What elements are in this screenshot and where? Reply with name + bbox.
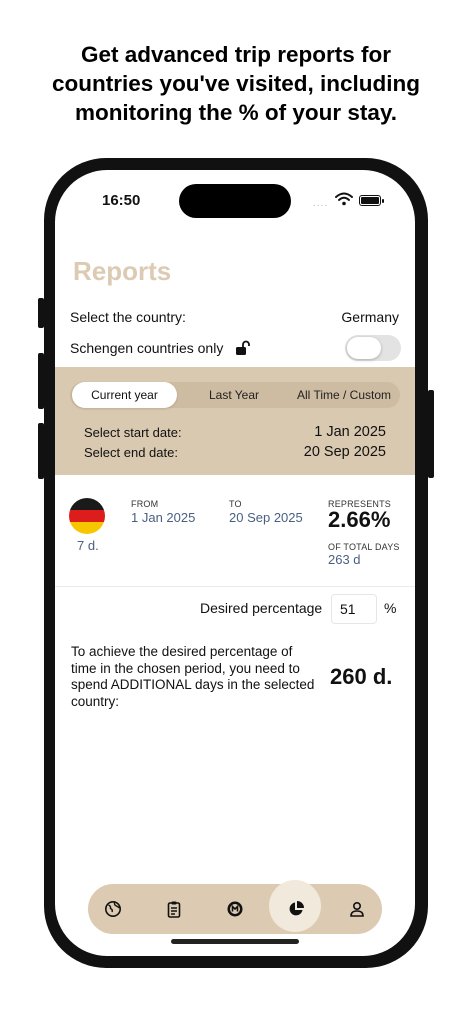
signal-dots: .... <box>313 198 329 209</box>
unlock-icon <box>236 340 250 355</box>
trip-days: 7 d. <box>77 538 99 553</box>
battery-icon <box>359 195 384 206</box>
app-screen: 16:50 .... Reports Select the country: G… <box>55 170 415 956</box>
period-segmented-control: Current year Last Year All Time / Custom <box>70 382 400 408</box>
end-date-label: Select end date: <box>84 445 178 460</box>
additional-days-explanation: To achieve the desired percentage of tim… <box>71 644 315 709</box>
marketing-headline: Get advanced trip reports for countries … <box>0 40 472 127</box>
toggle-knob <box>347 337 381 359</box>
end-date-value[interactable]: 20 Sep 2025 <box>304 444 386 460</box>
globe-icon <box>105 901 121 917</box>
percentage-value: 2.66% <box>328 507 391 532</box>
phone-power-button <box>428 390 434 478</box>
start-date-label: Select start date: <box>84 425 182 440</box>
page-title: Reports <box>73 256 172 286</box>
tab-globe[interactable] <box>88 884 138 934</box>
tab-trips[interactable] <box>149 884 199 934</box>
to-label: TO <box>229 499 242 509</box>
total-days-value: 263 d <box>328 552 361 567</box>
schengen-toggle[interactable] <box>345 335 401 361</box>
person-icon <box>350 901 364 917</box>
wifi-icon <box>335 192 353 206</box>
country-select-label: Select the country: <box>70 309 186 325</box>
total-days-label: OF TOTAL DAYS <box>328 542 400 552</box>
dynamic-island <box>179 184 291 218</box>
tab-all-time-custom[interactable]: All Time / Custom <box>288 382 400 408</box>
headline-line-3: monitoring the % of your stay. <box>74 100 398 125</box>
pie-chart-icon <box>289 901 304 916</box>
passport-stamp-icon <box>227 901 243 917</box>
section-divider <box>55 586 415 587</box>
home-indicator <box>171 939 299 944</box>
germany-flag-icon <box>69 498 105 534</box>
headline-line-1: Get advanced trip reports for <box>80 42 392 67</box>
desired-percentage-label: Desired percentage <box>200 600 323 616</box>
country-select-value[interactable]: Germany <box>341 309 399 325</box>
tab-stamps[interactable] <box>210 884 260 934</box>
headline-line-2: countries you've visited, including <box>52 71 420 96</box>
percent-unit: % <box>384 600 397 616</box>
bottom-tab-bar <box>88 880 382 934</box>
from-value: 1 Jan 2025 <box>131 510 196 525</box>
start-date-value[interactable]: 1 Jan 2025 <box>314 424 386 440</box>
schengen-label: Schengen countries only <box>70 340 224 356</box>
phone-volume-up <box>38 353 44 409</box>
period-panel: Current year Last Year All Time / Custom… <box>55 367 415 475</box>
desired-percentage-input[interactable]: 51 <box>331 594 377 624</box>
tab-reports[interactable] <box>269 880 321 934</box>
tab-last-year[interactable]: Last Year <box>183 382 285 408</box>
tab-current-year[interactable]: Current year <box>72 382 177 408</box>
additional-days-value: 260 d. <box>330 664 393 689</box>
to-value: 20 Sep 2025 <box>229 510 303 525</box>
phone-volume-down <box>38 423 44 479</box>
clipboard-icon <box>167 901 181 918</box>
status-time: 16:50 <box>102 192 141 209</box>
phone-side-button <box>38 298 44 328</box>
from-label: FROM <box>131 499 159 509</box>
tab-profile[interactable] <box>332 884 382 934</box>
